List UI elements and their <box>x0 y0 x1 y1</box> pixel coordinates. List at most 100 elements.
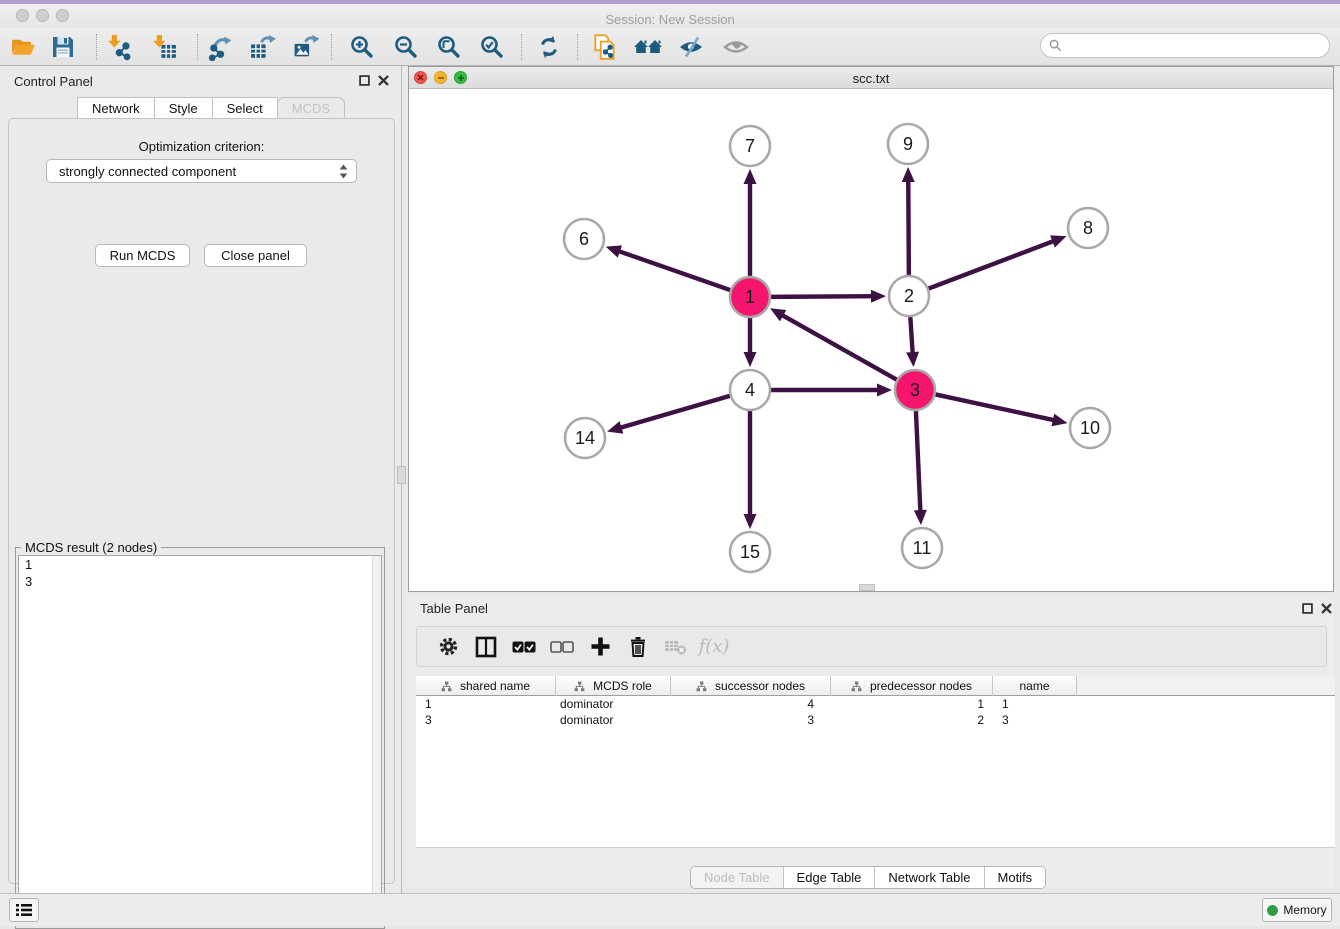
graph-edge[interactable] <box>916 411 921 513</box>
tab-network-table[interactable]: Network Table <box>875 867 984 888</box>
unselect-all-columns-button[interactable] <box>543 632 581 662</box>
main-toolbar <box>0 28 1340 66</box>
column-label: predecessor nodes <box>870 679 972 693</box>
tab-node-table[interactable]: Node Table <box>691 867 784 888</box>
network-canvas[interactable]: 7 9 6 8 1 2 4 3 14 10 15 11 <box>409 89 1333 591</box>
graph-node-15[interactable]: 15 <box>730 532 770 572</box>
cell-shared-name[interactable]: 1 <box>416 696 556 712</box>
column-header-mcds-role[interactable]: MCDS role <box>556 676 671 696</box>
graph-node-3[interactable]: 3 <box>895 370 935 410</box>
graph-edge[interactable] <box>780 314 896 380</box>
table-settings-button[interactable] <box>429 632 467 662</box>
float-table-panel-button[interactable] <box>1301 602 1313 614</box>
view-resize-handle[interactable] <box>859 584 875 591</box>
graph-edge-arrowhead <box>606 245 622 257</box>
graph-node-label: 11 <box>913 538 932 558</box>
mcds-result-list[interactable]: 1 3 <box>18 555 382 926</box>
refresh-button[interactable] <box>532 31 566 63</box>
float-panel-button[interactable] <box>358 74 370 86</box>
delete-column-button[interactable] <box>619 632 657 662</box>
search-input[interactable] <box>1067 37 1321 54</box>
tab-select[interactable]: Select <box>212 97 278 119</box>
function-builder-button[interactable]: f(x) <box>695 632 733 662</box>
column-header-successor-nodes[interactable]: successor nodes <box>671 676 831 696</box>
cell-name[interactable]: 1 <box>993 696 1077 712</box>
add-column-button[interactable] <box>581 632 619 662</box>
import-table-button[interactable] <box>147 31 181 63</box>
select-all-columns-button[interactable] <box>505 632 543 662</box>
column-header-predecessor-nodes[interactable]: predecessor nodes <box>831 676 993 696</box>
save-icon <box>50 34 76 60</box>
graph-node-10[interactable]: 10 <box>1070 408 1110 448</box>
save-session-button[interactable] <box>46 31 80 63</box>
graph-node-1[interactable]: 1 <box>730 277 770 317</box>
hide-graphics-details-button[interactable] <box>674 31 708 63</box>
tab-motifs[interactable]: Motifs <box>985 867 1046 888</box>
open-folder-button[interactable] <box>6 31 40 63</box>
split-panel-button[interactable] <box>467 632 505 662</box>
network-window-titlebar: scc.txt <box>409 67 1333 89</box>
cell-predecessor-nodes[interactable]: 1 <box>831 696 993 712</box>
graph-node-label: 8 <box>1083 218 1093 238</box>
graph-edge[interactable] <box>771 296 874 297</box>
column-header-shared-name[interactable]: shared name <box>416 676 556 696</box>
search-field[interactable] <box>1040 33 1330 58</box>
graph-edge[interactable] <box>617 251 730 291</box>
node-table: shared name MCDS role successor nodes pr… <box>416 676 1335 848</box>
column-header-name[interactable]: name <box>993 676 1077 696</box>
graph-edge[interactable] <box>908 179 909 275</box>
cell-shared-name[interactable]: 3 <box>416 712 556 728</box>
cell-mcds-role[interactable]: dominator <box>556 696 671 712</box>
zoom-in-button[interactable] <box>345 31 379 63</box>
graph-node-label: 15 <box>740 542 760 562</box>
tab-style[interactable]: Style <box>154 97 213 119</box>
close-table-panel-button[interactable] <box>1320 602 1332 614</box>
export-table-button[interactable] <box>245 31 279 63</box>
table-row[interactable]: 3 dominator 3 2 3 <box>416 712 1335 728</box>
close-panel-button[interactable]: Close panel <box>204 244 307 267</box>
go-home-button[interactable] <box>631 31 665 63</box>
tree-icon <box>696 681 707 692</box>
graph-node-9[interactable]: 9 <box>888 124 928 164</box>
network-view-title: scc.txt <box>409 71 1333 86</box>
graph-node-2[interactable]: 2 <box>889 276 929 316</box>
zoom-selected-button[interactable] <box>475 31 509 63</box>
cell-successor-nodes[interactable]: 3 <box>671 712 831 728</box>
import-network-button[interactable] <box>101 31 135 63</box>
app-title: Session: New Session <box>0 12 1340 27</box>
graph-node-7[interactable]: 7 <box>730 126 770 166</box>
task-history-button[interactable] <box>9 898 39 922</box>
tab-network[interactable]: Network <box>77 97 155 119</box>
cell-name[interactable]: 3 <box>993 712 1077 728</box>
close-panel-icon-button[interactable] <box>377 74 389 86</box>
cell-mcds-role[interactable]: dominator <box>556 712 671 728</box>
graph-edge[interactable] <box>619 396 730 428</box>
copy-network-view-button[interactable] <box>588 31 622 63</box>
delete-table-button[interactable] <box>657 632 695 662</box>
cell-successor-nodes[interactable]: 4 <box>671 696 831 712</box>
graph-node-4[interactable]: 4 <box>730 370 770 410</box>
export-network-button[interactable] <box>202 31 236 63</box>
memory-button[interactable]: Memory <box>1262 898 1332 922</box>
zoom-out-button[interactable] <box>389 31 423 63</box>
graph-edge[interactable] <box>929 240 1056 288</box>
table-row[interactable]: 1 dominator 4 1 1 <box>416 696 1335 712</box>
tab-edge-table[interactable]: Edge Table <box>784 867 876 888</box>
toolbar-separator <box>521 34 523 60</box>
tree-icon <box>574 681 585 692</box>
graph-node-6[interactable]: 6 <box>564 219 604 259</box>
show-graphics-details-button[interactable] <box>719 31 753 63</box>
result-scrollbar[interactable] <box>372 556 381 925</box>
export-image-button[interactable] <box>288 31 322 63</box>
graph-edge[interactable] <box>936 394 1056 420</box>
cell-predecessor-nodes[interactable]: 2 <box>831 712 993 728</box>
criterion-dropdown[interactable]: strongly connected component <box>46 159 357 183</box>
zoom-fit-button[interactable] <box>432 31 466 63</box>
graph-node-11[interactable]: 11 <box>902 528 942 568</box>
run-mcds-button[interactable]: Run MCDS <box>95 244 190 267</box>
tab-mcds[interactable]: MCDS <box>277 97 345 119</box>
graph-edge[interactable] <box>910 317 912 355</box>
panel-splitter-handle[interactable] <box>397 466 406 484</box>
graph-node-8[interactable]: 8 <box>1068 208 1108 248</box>
graph-node-14[interactable]: 14 <box>565 418 605 458</box>
